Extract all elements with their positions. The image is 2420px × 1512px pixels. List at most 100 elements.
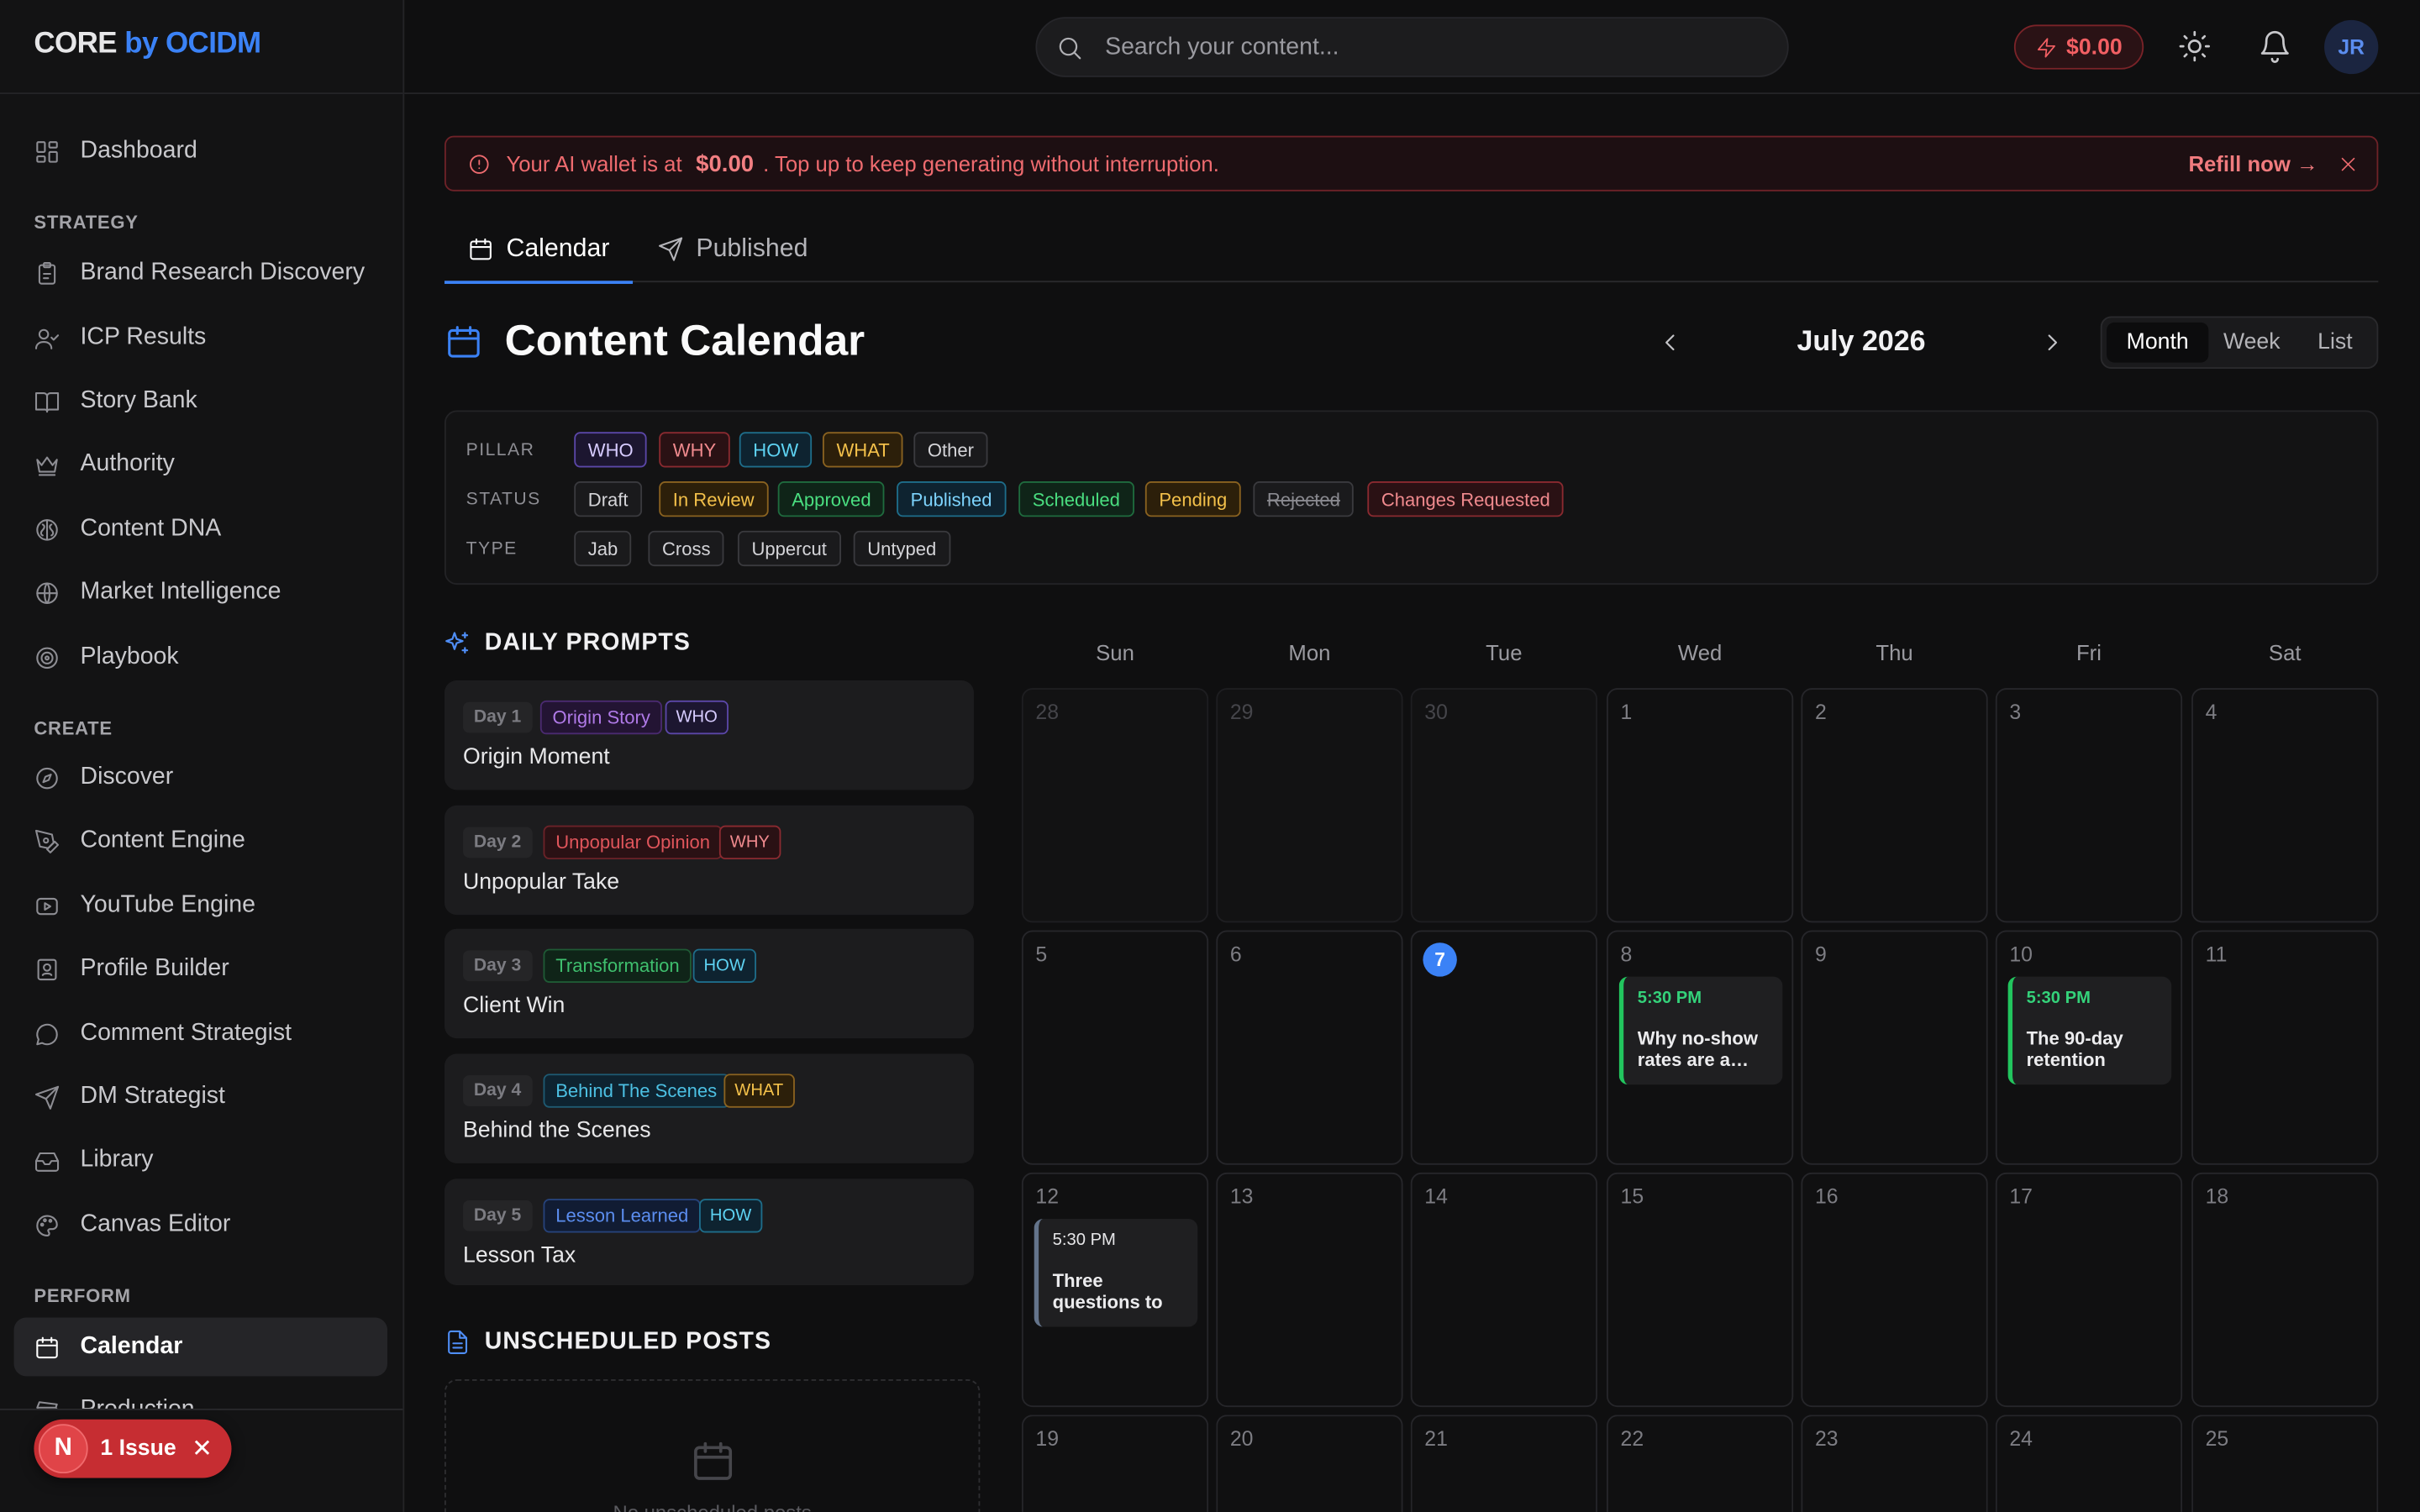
filter-status-approved[interactable]: Approved: [777, 481, 886, 517]
filter-status-pending[interactable]: Pending: [1144, 481, 1241, 517]
sidebar-item-dm-strategist[interactable]: DM Strategist: [14, 1068, 387, 1126]
filter-type-untyped[interactable]: Untyped: [853, 530, 950, 567]
calendar-day-cell[interactable]: 6: [1216, 930, 1403, 1165]
calendar-day-cell[interactable]: 12 5:30 PM Three questions to ask before…: [1021, 1172, 1209, 1408]
prompt-title: Client Win: [463, 993, 566, 1019]
prompt-card[interactable]: Day 3 Transformation HOW Client Win: [444, 928, 974, 1039]
filter-pillar-what[interactable]: WHAT: [822, 432, 904, 468]
sidebar-item-canvas-editor[interactable]: Canvas Editor: [14, 1195, 387, 1254]
status-label: STATUS: [466, 491, 541, 510]
calendar-day-cell[interactable]: 5: [1021, 930, 1209, 1165]
sidebar-item-profile-builder[interactable]: Profile Builder: [14, 940, 387, 999]
calendar-day-cell[interactable]: 1: [1607, 688, 1794, 923]
calendar-day-cell[interactable]: 30: [1410, 688, 1597, 923]
sidebar-item-content-engine[interactable]: Content Engine: [14, 811, 387, 870]
filter-status-in-review[interactable]: In Review: [659, 481, 769, 517]
calendar-day-cell[interactable]: 29: [1216, 688, 1403, 923]
sidebar-item-brand-research[interactable]: Brand Research Discovery: [14, 244, 387, 302]
calendar-day-cell[interactable]: 17: [1995, 1172, 2183, 1408]
filter-status-draft[interactable]: Draft: [574, 481, 643, 517]
calendar-day-cell[interactable]: 24: [1995, 1415, 2183, 1512]
sidebar-item-comment-strategist[interactable]: Comment Strategist: [14, 1005, 387, 1063]
calendar-day-cell[interactable]: 4: [2191, 688, 2379, 923]
view-week-button[interactable]: Week: [2210, 323, 2293, 363]
prompt-card[interactable]: Day 4 Behind The Scenes WHAT Behind the …: [444, 1053, 974, 1163]
day-number: 5: [1035, 942, 1048, 966]
sidebar-item-market-intelligence[interactable]: Market Intelligence: [14, 563, 387, 622]
sidebar-item-playbook[interactable]: Playbook: [14, 628, 387, 687]
filter-type-uppercut[interactable]: Uppercut: [737, 530, 841, 567]
calendar-event[interactable]: 5:30 PM Why no-show rates are a…: [1618, 976, 1783, 1085]
prompt-card[interactable]: Day 2 Unpopular Opinion WHY Unpopular Ta…: [444, 805, 974, 916]
calendar-day-cell[interactable]: 13: [1216, 1172, 1403, 1408]
close-icon[interactable]: ✕: [192, 1433, 213, 1464]
calendar-day-cell[interactable]: 18: [2191, 1172, 2379, 1408]
calendar-day-cell[interactable]: 11: [2191, 930, 2379, 1165]
calendar-day-cell[interactable]: 25: [2191, 1415, 2379, 1512]
sidebar-item-label: Story Bank: [80, 387, 197, 414]
bell-icon[interactable]: [2258, 29, 2291, 63]
sidebar-item-content-dna[interactable]: Content DNA: [14, 500, 387, 559]
calendar-day-cell[interactable]: 19: [1021, 1415, 1209, 1512]
prompt-card[interactable]: Day 1 Origin Story WHO Origin Moment: [444, 680, 974, 790]
calendar-day-cell-today[interactable]: 7: [1410, 930, 1597, 1165]
calendar-day-cell[interactable]: 14: [1410, 1172, 1597, 1408]
search-placeholder: Search your content...: [1105, 33, 1339, 60]
calendar-day-cell[interactable]: 16: [1801, 1172, 1988, 1408]
filter-status-published[interactable]: Published: [897, 481, 1007, 517]
sidebar-item-calendar[interactable]: Calendar: [13, 1317, 388, 1377]
unscheduled-posts-title: UNSCHEDULED POSTS: [484, 1328, 772, 1355]
sidebar-item-discover[interactable]: Discover: [14, 748, 387, 807]
sidebar-item-story-bank[interactable]: Story Bank: [14, 372, 387, 431]
calendar-day-cell[interactable]: 15: [1607, 1172, 1794, 1408]
chevron-left-icon[interactable]: [1656, 328, 1684, 356]
sidebar-item-dashboard[interactable]: Dashboard: [14, 122, 387, 181]
issues-toast[interactable]: N 1 Issue ✕: [34, 1419, 232, 1478]
filter-pillar-other[interactable]: Other: [913, 432, 988, 468]
day-number: 25: [2205, 1426, 2229, 1451]
day-number: 20: [1229, 1426, 1254, 1451]
day-number: 24: [2009, 1426, 2033, 1451]
sidebar-item-youtube-engine[interactable]: YouTube Engine: [14, 876, 387, 935]
sidebar-item-authority[interactable]: Authority: [14, 435, 387, 494]
filter-status-rejected[interactable]: Rejected: [1253, 481, 1355, 517]
prompt-day: Day 3: [463, 950, 533, 982]
calendar-day-cell[interactable]: 2: [1801, 688, 1988, 923]
calendar-event[interactable]: 5:30 PM The 90-day retention sprint…: [2007, 976, 2172, 1085]
filter-status-scheduled[interactable]: Scheduled: [1018, 481, 1134, 517]
chevron-right-icon[interactable]: [2039, 328, 2066, 356]
calendar-day-cell[interactable]: 10 5:30 PM The 90-day retention sprint…: [1995, 930, 2183, 1165]
wallet-badge[interactable]: $0.00: [2013, 24, 2144, 70]
avatar[interactable]: JR: [2324, 19, 2379, 75]
calendar-day-cell[interactable]: 8 5:30 PM Why no-show rates are a…: [1607, 930, 1794, 1165]
filter-pillar-how[interactable]: HOW: [739, 432, 813, 468]
filter-pillar-who[interactable]: WHO: [574, 432, 648, 468]
filter-pillar-why[interactable]: WHY: [659, 432, 730, 468]
filter-type-jab[interactable]: Jab: [574, 530, 632, 567]
calendar-event[interactable]: 5:30 PM Three questions to ask before…: [1034, 1218, 1198, 1327]
filter-status-changes-requested[interactable]: Changes Requested: [1367, 481, 1565, 517]
calendar-day-cell[interactable]: 28: [1021, 688, 1209, 923]
calendar-day-cell[interactable]: 23: [1801, 1415, 1988, 1512]
close-icon[interactable]: [2338, 155, 2359, 175]
search-input[interactable]: Search your content...: [1035, 17, 1789, 77]
calendar-day-cell[interactable]: 20: [1216, 1415, 1403, 1512]
view-list-button[interactable]: List: [2296, 323, 2374, 363]
sun-icon[interactable]: [2178, 29, 2212, 63]
prompt-card[interactable]: Day 5 Lesson Learned HOW Lesson Tax: [444, 1179, 974, 1285]
calendar-day-cell[interactable]: 22: [1607, 1415, 1794, 1512]
calendar-day-cell[interactable]: 21: [1410, 1415, 1597, 1512]
sidebar-item-icp-results[interactable]: ICP Results: [14, 308, 387, 367]
app-logo[interactable]: CORE by OCIDM: [34, 28, 261, 61]
tab-published[interactable]: Published: [657, 214, 808, 282]
calendar-day-cell[interactable]: 3: [1995, 688, 2183, 923]
filter-panel: PILLAR WHO WHY HOW WHAT Other STATUS Dra…: [444, 410, 2379, 585]
weekday-header: Wed: [1677, 640, 1723, 665]
refill-now-link[interactable]: Refill now →: [2188, 151, 2317, 176]
view-month-button[interactable]: Month: [2107, 322, 2209, 363]
filter-type-cross[interactable]: Cross: [648, 530, 725, 567]
calendar-day-cell[interactable]: 9: [1801, 930, 1988, 1165]
sidebar-item-label: Canvas Editor: [80, 1210, 231, 1238]
sidebar-item-library[interactable]: Library: [14, 1131, 387, 1189]
tab-calendar[interactable]: Calendar: [444, 214, 633, 284]
